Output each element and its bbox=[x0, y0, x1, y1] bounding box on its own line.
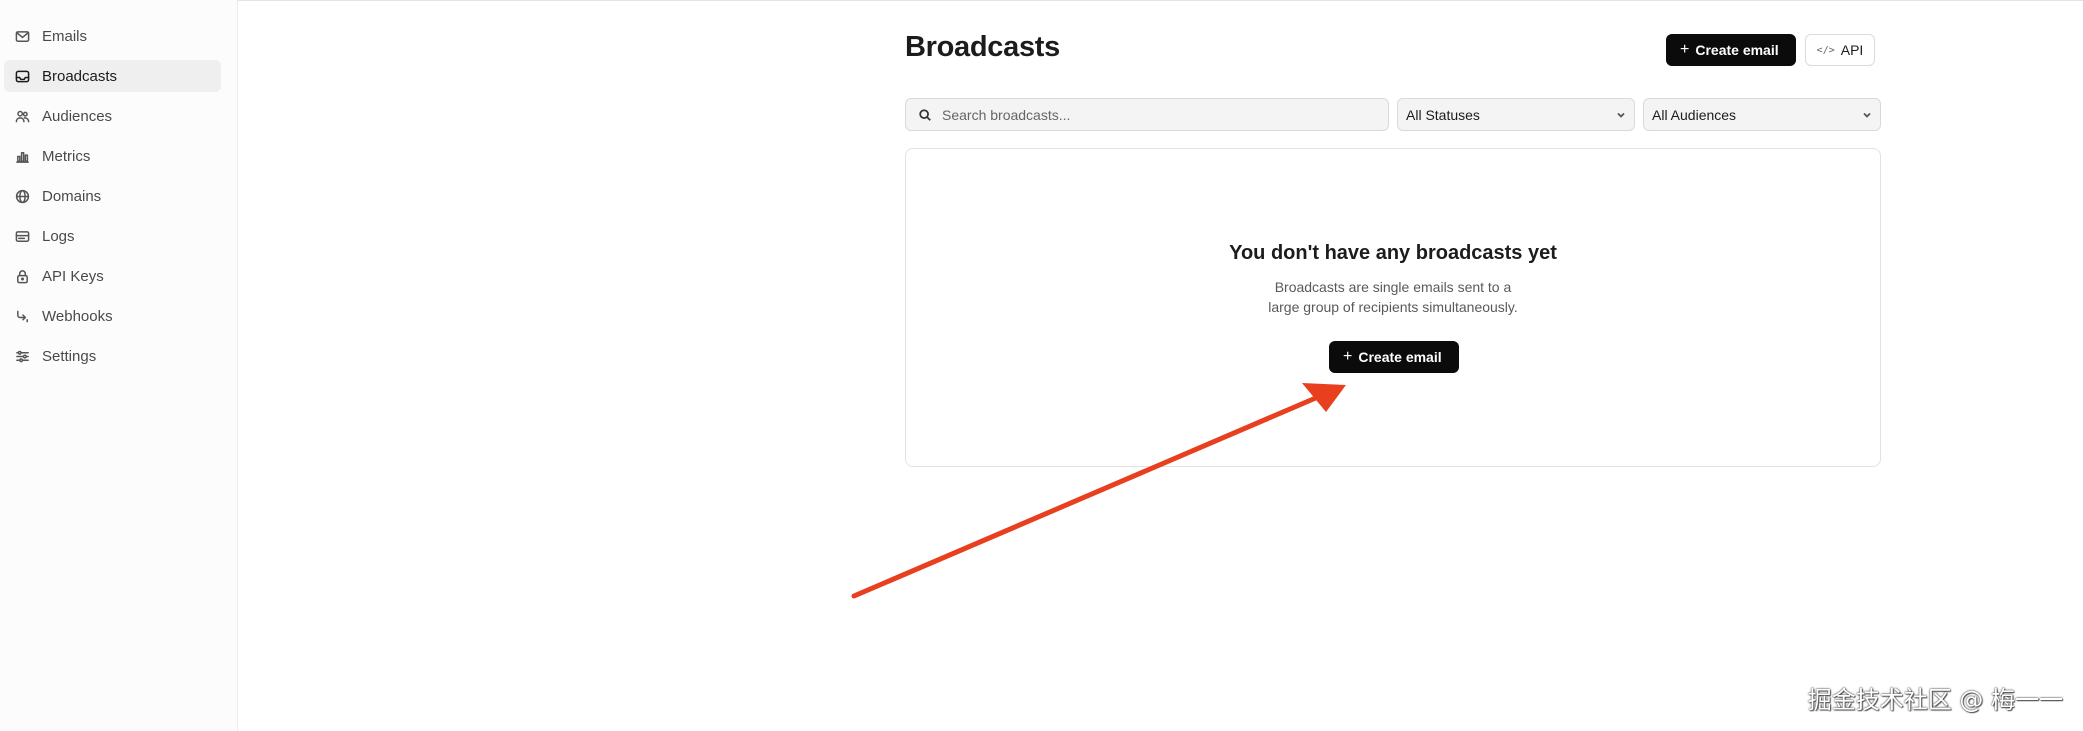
sidebar-item-label: Webhooks bbox=[42, 307, 113, 325]
sidebar-item-api-keys[interactable]: API Keys bbox=[4, 260, 221, 292]
plus-icon: + bbox=[1343, 348, 1353, 365]
logs-icon bbox=[14, 228, 30, 244]
users-icon bbox=[14, 108, 30, 124]
empty-state-description-line-2: large group of recipients simultaneously… bbox=[1268, 299, 1518, 315]
empty-state-create-email-button[interactable]: + Create email bbox=[1329, 341, 1459, 373]
webhook-icon bbox=[14, 308, 30, 324]
bar-chart-icon bbox=[14, 148, 30, 164]
create-email-label: Create email bbox=[1695, 42, 1779, 58]
page-title: Broadcasts bbox=[905, 31, 1060, 63]
sidebar-item-audiences[interactable]: Audiences bbox=[4, 100, 221, 132]
search-icon bbox=[919, 108, 931, 121]
globe-icon bbox=[14, 188, 30, 204]
app-root: Emails Broadcasts Audiences Metrics Doma… bbox=[0, 0, 2083, 731]
sliders-icon bbox=[14, 348, 30, 364]
top-divider bbox=[238, 0, 2083, 1]
create-email-button[interactable]: + Create email bbox=[1666, 34, 1796, 66]
chevron-down-icon bbox=[1616, 107, 1626, 123]
sidebar-item-label: API Keys bbox=[42, 267, 104, 285]
sidebar-item-emails[interactable]: Emails bbox=[4, 20, 221, 52]
audience-select[interactable]: All Audiences bbox=[1643, 98, 1881, 131]
sidebar-item-label: Settings bbox=[42, 347, 97, 365]
sidebar-item-label: Logs bbox=[42, 227, 75, 245]
plus-icon: + bbox=[1680, 41, 1690, 58]
audience-select-value: All Audiences bbox=[1652, 106, 1737, 123]
search-box bbox=[905, 98, 1389, 131]
empty-state-description-line-1: Broadcasts are single emails sent to a bbox=[1274, 279, 1512, 295]
chevron-down-icon bbox=[1862, 107, 1872, 123]
status-select-value: All Statuses bbox=[1406, 106, 1480, 123]
api-label: API bbox=[1840, 42, 1864, 58]
sidebar-item-metrics[interactable]: Metrics bbox=[4, 140, 221, 172]
sidebar-item-settings[interactable]: Settings bbox=[4, 340, 221, 372]
search-input[interactable] bbox=[942, 106, 1382, 123]
sidebar-item-webhooks[interactable]: Webhooks bbox=[4, 300, 221, 332]
sidebar: Emails Broadcasts Audiences Metrics Doma… bbox=[0, 0, 238, 731]
mail-icon bbox=[14, 28, 30, 44]
status-select[interactable]: All Statuses bbox=[1397, 98, 1635, 131]
sidebar-item-label: Metrics bbox=[42, 147, 91, 165]
code-icon: </> bbox=[1816, 44, 1835, 56]
sidebar-item-label: Emails bbox=[42, 27, 88, 45]
sidebar-item-label: Domains bbox=[42, 187, 102, 205]
empty-state-title: You don't have any broadcasts yet bbox=[1229, 242, 1557, 264]
sidebar-item-label: Audiences bbox=[42, 107, 113, 125]
empty-state-description: Broadcasts are single emails sent to a l… bbox=[906, 277, 1880, 317]
lock-icon bbox=[14, 268, 30, 284]
empty-state-card: You don't have any broadcasts yet Broadc… bbox=[905, 148, 1881, 467]
sidebar-item-domains[interactable]: Domains bbox=[4, 180, 221, 212]
sidebar-item-label: Broadcasts bbox=[42, 67, 118, 85]
create-email-label: Create email bbox=[1358, 349, 1442, 365]
api-button[interactable]: </> API bbox=[1805, 34, 1875, 66]
sidebar-item-broadcasts[interactable]: Broadcasts bbox=[4, 60, 221, 92]
watermark: 掘金技术社区 @ 梅一一 bbox=[1807, 686, 2063, 714]
inbox-icon bbox=[14, 68, 30, 84]
sidebar-item-logs[interactable]: Logs bbox=[4, 220, 221, 252]
